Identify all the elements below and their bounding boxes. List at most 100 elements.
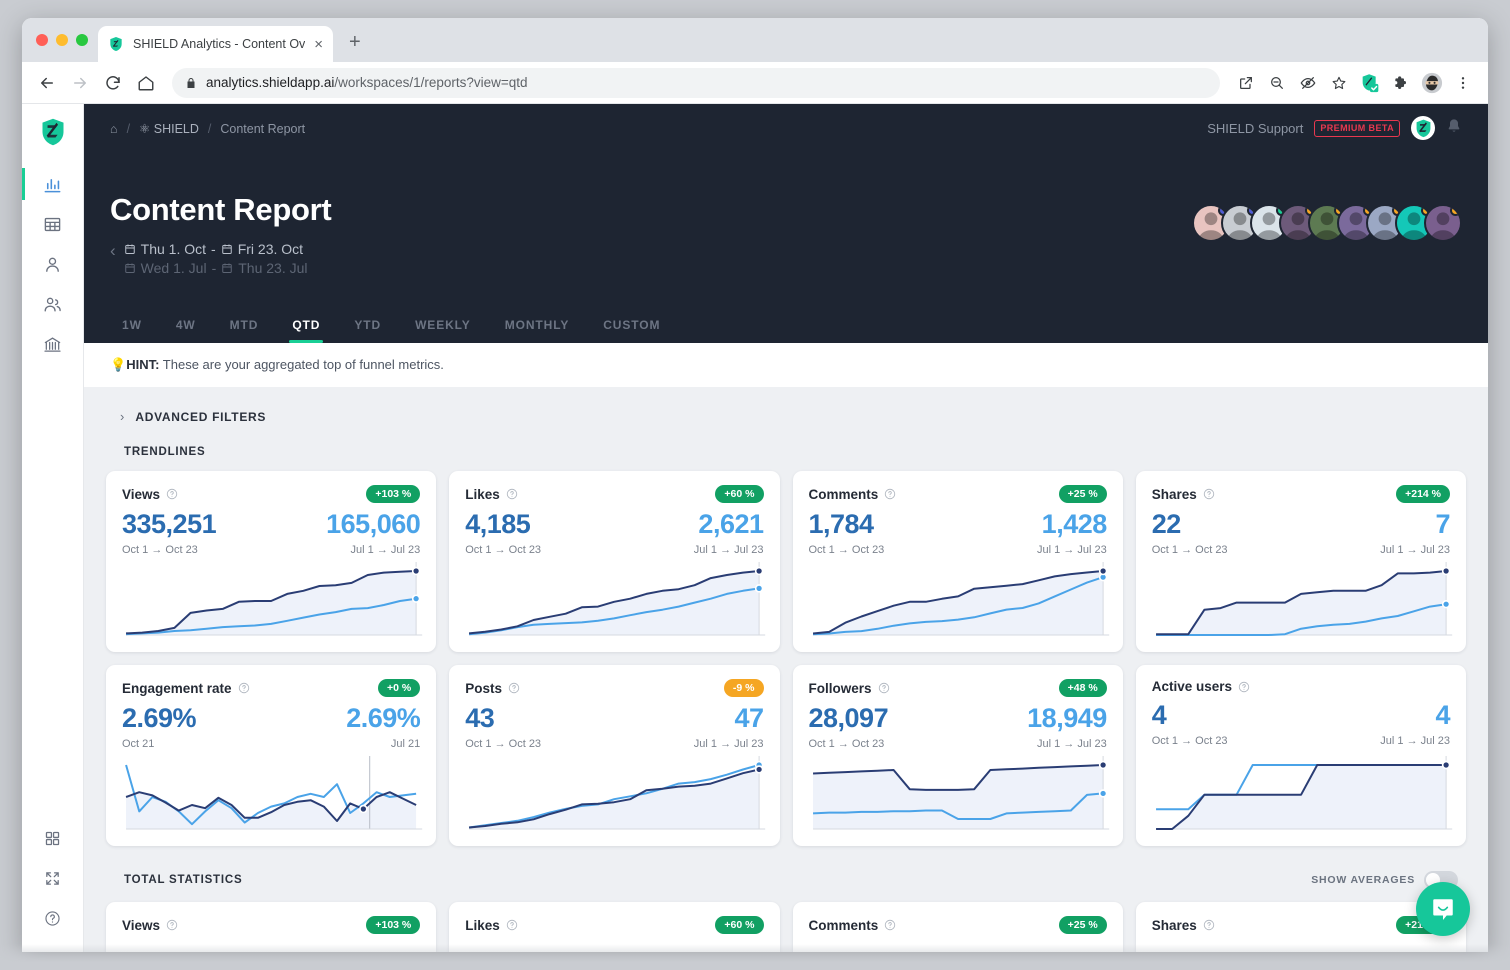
breadcrumb-home-icon[interactable]: ⌂	[110, 122, 118, 136]
person-icon	[46, 257, 59, 272]
help-tooltip-icon[interactable]	[166, 919, 178, 931]
help-tooltip-icon[interactable]	[1203, 488, 1215, 500]
zoom-out-icon[interactable]	[1262, 68, 1292, 98]
help-tooltip-icon[interactable]	[508, 682, 520, 694]
previous-period-button[interactable]: ‹	[110, 241, 116, 260]
close-window-button[interactable]	[36, 34, 48, 46]
url-host: analytics.shieldapp.ai	[206, 75, 335, 90]
metric-card[interactable]: Comments +25 % 1,784 1,428 Oct 1 → Oct 23 Jul…	[792, 471, 1123, 652]
bookmark-star-icon[interactable]	[1324, 68, 1354, 98]
tab-4w[interactable]: 4W	[159, 318, 213, 343]
address-bar[interactable]: analytics.shieldapp.ai/workspaces/1/repo…	[172, 67, 1220, 98]
change-badge: +60 %	[715, 485, 764, 503]
shield-logo-icon[interactable]	[41, 118, 65, 146]
intercom-chat-button[interactable]	[1416, 882, 1470, 936]
notification-bell-icon[interactable]	[1446, 118, 1462, 139]
help-tooltip-icon[interactable]	[884, 488, 896, 500]
sidebar-item-expand[interactable]	[22, 858, 84, 898]
tab-custom[interactable]: CUSTOM	[586, 318, 677, 343]
help-tooltip-icon[interactable]	[878, 682, 890, 694]
date-previous-end: Thu 23. Jul	[238, 260, 308, 276]
total-statistics-card[interactable]: Views +103 %	[106, 902, 437, 952]
sidebar-item-table[interactable]	[22, 204, 84, 244]
profile-avatar-icon[interactable]	[1417, 68, 1447, 98]
sidebar-item-analytics[interactable]	[22, 164, 84, 204]
sidebar-item-help[interactable]	[22, 898, 84, 938]
breadcrumb-separator-2: /	[207, 121, 212, 136]
range-previous: Jul 1 → Jul 23	[1037, 544, 1107, 556]
tab-qtd[interactable]: QTD	[275, 318, 337, 343]
range-current: Oct 21	[122, 738, 155, 750]
help-tooltip-icon[interactable]	[238, 682, 250, 694]
metric-card[interactable]: Followers +48 % 28,097 18,949 Oct 1 → Oct 23…	[792, 665, 1123, 846]
reload-icon[interactable]	[98, 68, 128, 98]
new-tab-button[interactable]: +	[349, 31, 361, 62]
tab-1w[interactable]: 1W	[110, 318, 159, 343]
range-current: Oct 1 → Oct 23	[465, 544, 542, 556]
sidebar-item-apps[interactable]	[22, 818, 84, 858]
tab-monthly[interactable]: MONTHLY	[488, 318, 587, 343]
window-controls[interactable]	[36, 18, 98, 62]
metric-card[interactable]: Engagement rate +0 % 2.69% 2.69% Oct 21 Jul 2…	[106, 665, 437, 846]
value-previous: 4	[1435, 700, 1450, 730]
card-header: Comments +25 %	[809, 485, 1107, 503]
range-previous: Jul 1 → Jul 23	[1380, 544, 1450, 556]
metric-ranges: Oct 1 → Oct 23 Jul 1 → Jul 23	[809, 544, 1107, 556]
date-dash: -	[211, 260, 217, 276]
card-header: Posts -9 %	[465, 679, 764, 697]
date-range-selector[interactable]: ‹ Thu 1. Oct - Fri 23. Oct Wed 1. Jul - …	[110, 241, 1462, 276]
support-label[interactable]: SHIELD Support	[1207, 121, 1303, 136]
help-tooltip-icon[interactable]	[1203, 919, 1215, 931]
value-previous: 7	[1435, 509, 1450, 539]
forward-icon[interactable]	[65, 68, 95, 98]
team-avatar-stack[interactable]	[1192, 204, 1462, 242]
share-icon[interactable]	[1231, 68, 1261, 98]
breadcrumb: ⌂ / ⚛ SHIELD / Content Report	[110, 104, 305, 137]
breadcrumb-workspace[interactable]: ⚛ SHIELD	[139, 121, 199, 136]
metric-card[interactable]: Active users 4 4 Oct 1 → Oct 23 Jul 1 → Jul …	[1135, 665, 1466, 846]
back-icon[interactable]	[32, 68, 62, 98]
maximize-window-button[interactable]	[76, 34, 88, 46]
puzzle-extension-icon[interactable]	[1386, 68, 1416, 98]
help-tooltip-icon[interactable]	[506, 919, 518, 931]
close-tab-button[interactable]: ×	[314, 37, 323, 52]
total-statistics-card[interactable]: Comments +25 %	[792, 902, 1123, 952]
chrome-menu-icon[interactable]	[1448, 68, 1478, 98]
shield-extension-icon[interactable]	[1355, 68, 1385, 98]
sidebar-item-team[interactable]	[22, 284, 84, 324]
tab-ytd[interactable]: YTD	[337, 318, 398, 343]
help-tooltip-icon[interactable]	[884, 919, 896, 931]
application: ⌂ / ⚛ SHIELD / Content Report SHIELD Sup…	[22, 104, 1488, 952]
metric-values: 4,185 2,621	[465, 509, 764, 540]
metric-card[interactable]: Likes +60 % 4,185 2,621 Oct 1 → Oct 23 Jul 1 …	[449, 471, 780, 652]
range-previous: Jul 1 → Jul 23	[1037, 738, 1107, 750]
card-header: Active users	[1152, 679, 1450, 694]
tab-weekly[interactable]: WEEKLY	[398, 318, 488, 343]
card-header: Followers +48 %	[809, 679, 1107, 697]
sidebar-item-profile[interactable]	[22, 244, 84, 284]
total-statistics-card[interactable]: Likes +60 %	[449, 902, 780, 952]
sidebar-item-company[interactable]	[22, 324, 84, 364]
minimize-window-button[interactable]	[56, 34, 68, 46]
sparkline-chart	[465, 562, 769, 640]
help-tooltip-icon[interactable]	[506, 488, 518, 500]
tab-mtd[interactable]: MTD	[213, 318, 276, 343]
show-averages-label: SHOW AVERAGES	[1311, 874, 1415, 886]
advanced-filters-toggle[interactable]: › ADVANCED FILTERS	[106, 409, 1466, 446]
avatar[interactable]	[1411, 116, 1435, 140]
metric-card[interactable]: Shares +214 % 22 7 Oct 1 → Oct 23 Jul 1 → Jul…	[1135, 471, 1466, 652]
card-header: Views +103 %	[122, 916, 421, 934]
metric-card[interactable]: Views +103 % 335,251 165,060 Oct 1 → Oct 23 J…	[106, 471, 437, 652]
range-current: Oct 1 → Oct 23	[1151, 544, 1228, 556]
eye-slash-icon[interactable]	[1293, 68, 1323, 98]
help-tooltip-icon[interactable]	[166, 488, 178, 500]
browser-tab[interactable]: SHIELD Analytics - Content Ov ×	[98, 26, 333, 62]
date-range-current[interactable]: Thu 1. Oct - Fri 23. Oct	[124, 241, 308, 257]
sparkline-chart	[809, 756, 1113, 834]
metric-values: 28,097 18,949	[809, 703, 1108, 734]
team-avatar[interactable]	[1424, 204, 1462, 242]
help-tooltip-icon[interactable]	[1238, 681, 1250, 693]
metric-card[interactable]: Posts -9 % 43 47 Oct 1 → Oct 23 Jul 1 → Jul 2…	[449, 665, 780, 846]
home-icon[interactable]	[131, 68, 161, 98]
date-range-previous[interactable]: Wed 1. Jul - Thu 23. Jul	[124, 260, 308, 276]
